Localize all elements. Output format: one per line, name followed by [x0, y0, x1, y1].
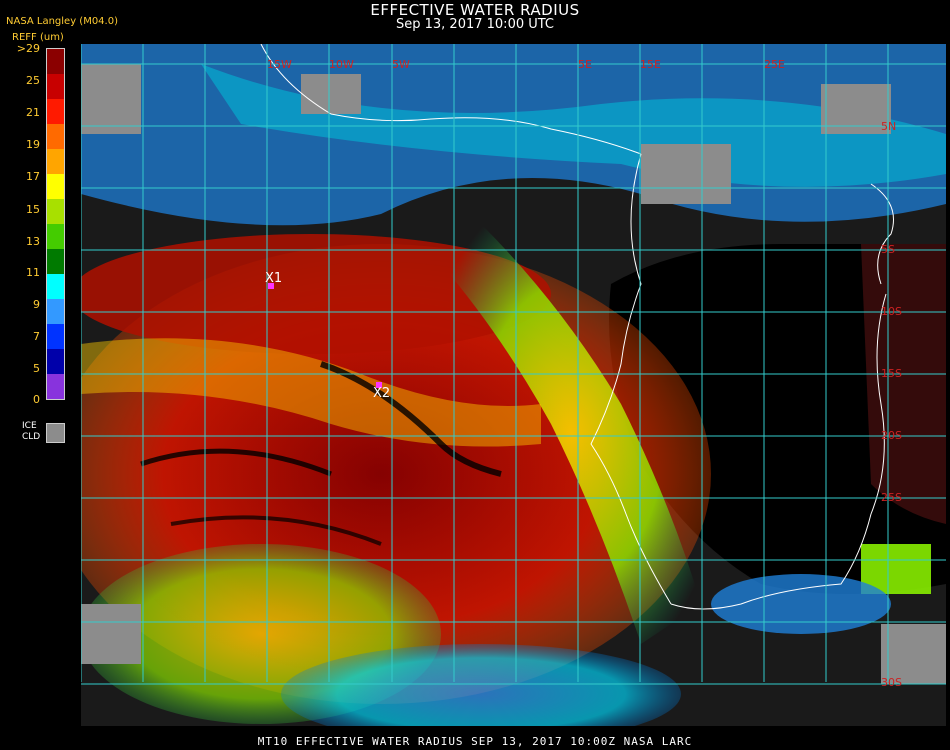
legend-tick: 9	[33, 298, 40, 311]
lon-label: 15E	[640, 58, 661, 71]
lat-label: 30S	[881, 676, 902, 689]
lat-label: 5S	[881, 243, 895, 256]
product-label: NASA Langley (M04.0)	[6, 16, 118, 27]
legend-swatch	[47, 49, 64, 74]
legend-tick: 19	[26, 138, 40, 151]
map-subtitle: Sep 13, 2017 10:00 UTC	[395, 17, 555, 32]
legend-tick: 21	[26, 106, 40, 119]
lon-label: 5E	[578, 58, 592, 71]
lon-label: 5W	[392, 58, 410, 71]
legend-swatch	[47, 249, 64, 274]
legend-swatch	[47, 124, 64, 149]
legend-swatch	[47, 74, 64, 99]
satellite-map: 15W 10W 5W 5E 15E 25E 5N 5S 10S 15S 20S 25S 30S X1 X2	[81, 44, 946, 726]
legend-tick: 13	[26, 235, 40, 248]
legend-swatch	[47, 199, 64, 224]
legend-tick: 7	[33, 330, 40, 343]
lat-label: 25S	[881, 491, 902, 504]
legend-swatch	[47, 374, 64, 399]
legend-tick: 5	[33, 362, 40, 375]
legend-tick: 17	[26, 170, 40, 183]
ice-cloud-swatch	[46, 423, 65, 443]
legend-swatch	[47, 174, 64, 199]
lon-label: 15W	[267, 58, 292, 71]
legend-swatch	[47, 299, 64, 324]
legend-swatch	[47, 349, 64, 374]
legend-tick: 25	[26, 74, 40, 87]
legend-tick: >29	[16, 42, 40, 55]
lat-label: 5N	[881, 120, 896, 133]
legend-tick: 15	[26, 203, 40, 216]
cloud-field	[81, 44, 946, 726]
lat-label: 20S	[881, 429, 902, 442]
marker-label: X2	[373, 386, 390, 401]
legend-swatch	[47, 149, 64, 174]
footer-caption: MT10 EFFECTIVE WATER RADIUS SEP 13, 2017…	[257, 735, 693, 748]
lat-label: 10S	[881, 305, 902, 318]
lon-label: 10W	[329, 58, 354, 71]
legend-swatch	[47, 274, 64, 299]
legend-swatch	[47, 224, 64, 249]
lon-label: 25E	[764, 58, 785, 71]
color-legend	[46, 48, 65, 400]
ice-label-line1: ICE	[22, 421, 37, 431]
ice-label-line2: CLD	[22, 432, 41, 442]
ice-cloud-label: ICE CLD	[22, 421, 40, 443]
marker-label: X1	[265, 271, 282, 286]
legend-swatch	[47, 324, 64, 349]
legend-swatch	[47, 99, 64, 124]
legend-tick: 0	[33, 393, 40, 406]
lat-label: 15S	[881, 367, 902, 380]
legend-tick: 11	[26, 266, 40, 279]
